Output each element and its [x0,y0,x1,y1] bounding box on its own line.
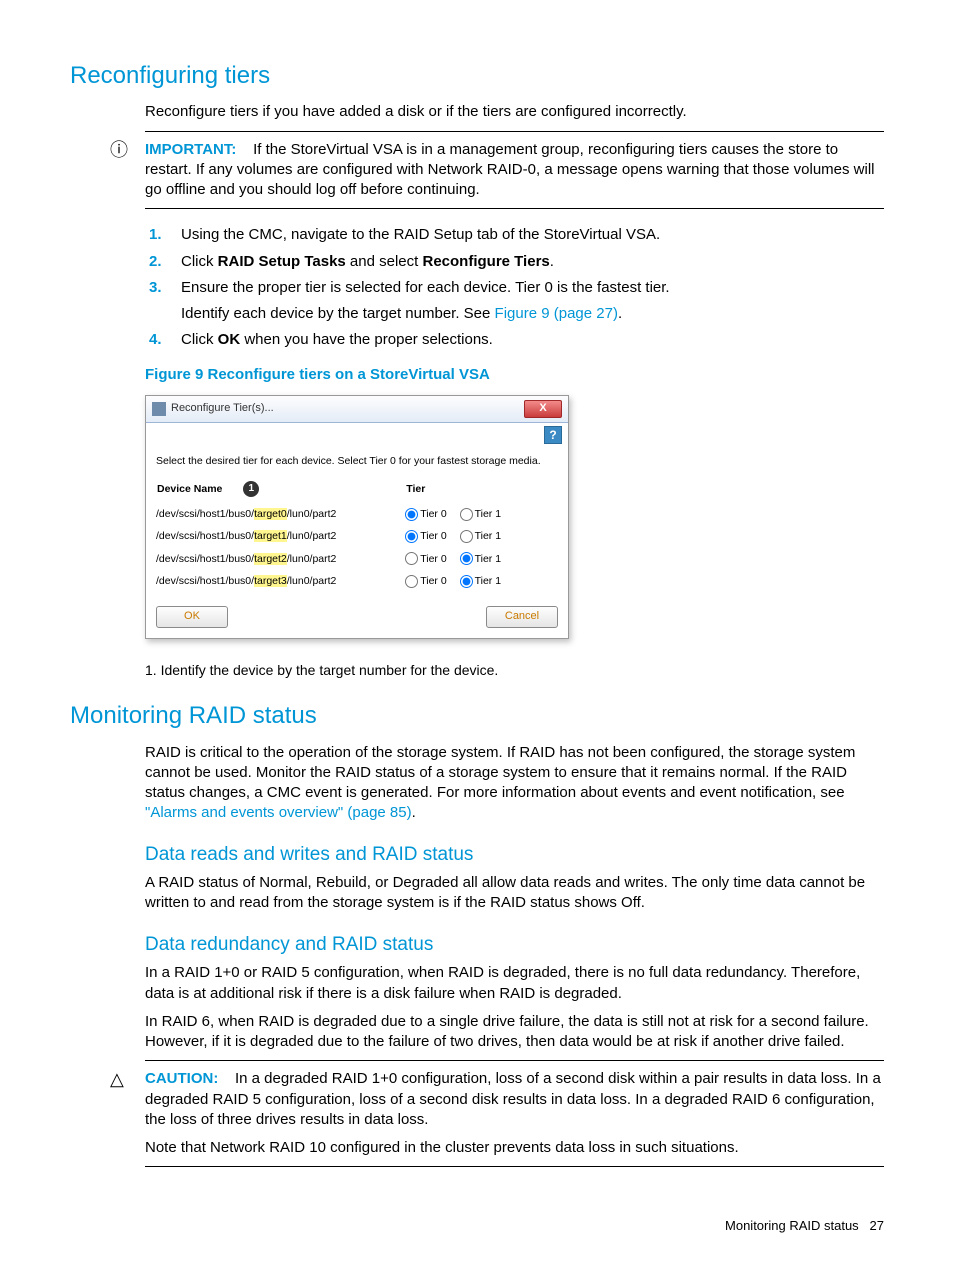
step-3b: Identify each device by the target numbe… [181,305,495,322]
step-1: Using the CMC, navigate to the RAID Setu… [175,225,884,245]
tier0-label: Tier 0 [420,553,446,565]
alarms-events-link[interactable]: "Alarms and events overview" (page 85) [145,804,412,821]
dialog-close-button[interactable]: X [524,400,562,418]
device-path-pre: /dev/scsi/host1/bus0/ [156,553,254,565]
device-path-pre: /dev/scsi/host1/bus0/ [156,575,254,587]
step-3: Ensure the proper tier is selected for e… [175,278,884,325]
paragraph-data-redundancy-2: In RAID 6, when RAID is degraded due to … [145,1012,884,1053]
device-path-post: /lun0/part2 [287,530,337,542]
step-4a: Click [181,331,218,348]
tier0-radio[interactable] [405,575,418,588]
ok-button[interactable]: OK [156,606,228,628]
tier0-radio[interactable] [405,530,418,543]
step-4: Click OK when you have the proper select… [175,330,884,350]
device-target-highlight: target0 [254,508,287,520]
dialog-title: Reconfigure Tier(s)... [152,401,274,416]
paragraph-data-reads-writes: A RAID status of Normal, Rebuild, or Deg… [145,873,884,914]
table-row: /dev/scsi/host1/bus0/target2/lun0/part2 … [156,548,558,570]
figure-9-link[interactable]: Figure 9 (page 27) [495,305,618,322]
device-path-pre: /dev/scsi/host1/bus0/ [156,508,254,520]
step-2-text2: and select [346,253,423,270]
monitoring-text-end: . [412,804,416,821]
paragraph-reconf-intro: Reconfigure tiers if you have added a di… [145,102,884,122]
tier0-radio[interactable] [405,552,418,565]
device-path-post: /lun0/part2 [287,508,337,520]
table-row: /dev/scsi/host1/bus0/target3/lun0/part2 … [156,570,558,592]
tier1-radio[interactable] [460,552,473,565]
paragraph-data-redundancy-1: In a RAID 1+0 or RAID 5 configuration, w… [145,963,884,1004]
heading-monitoring-raid: Monitoring RAID status [70,700,884,732]
caution-label: CAUTION: [145,1070,218,1087]
tier0-radio[interactable] [405,508,418,521]
paragraph-monitoring: RAID is critical to the operation of the… [145,743,884,824]
step-3c: . [618,305,622,322]
step-2: Click RAID Setup Tasks and select Reconf… [175,252,884,272]
important-text: If the StoreVirtual VSA is in a manageme… [145,141,875,199]
important-label: IMPORTANT: [145,141,236,158]
caution-icon: △ [110,1067,124,1091]
step-2-text3: . [550,253,554,270]
dialog-help-button[interactable]: ? [544,426,562,444]
footer-section: Monitoring RAID status [725,1218,859,1233]
heading-reconfiguring-tiers: Reconfiguring tiers [70,60,884,92]
table-row: /dev/scsi/host1/bus0/target1/lun0/part2 … [156,525,558,547]
step-4c: when you have the proper selections. [240,331,493,348]
important-icon: ⓘ [110,138,128,162]
device-path-post: /lun0/part2 [287,553,337,565]
device-target-highlight: target1 [254,530,287,542]
tier1-radio[interactable] [460,508,473,521]
figure-footnote: 1. Identify the device by the target num… [145,661,884,680]
caution-text: In a degraded RAID 1+0 configuration, lo… [145,1070,881,1128]
dialog-device-table: Device Name 1 Tier /dev/scsi/host1/bus0/… [156,480,558,592]
col-device-name: Device Name [157,483,222,495]
heading-data-reads-writes: Data reads and writes and RAID status [145,842,884,868]
col-tier: Tier [405,480,558,503]
device-path-pre: /dev/scsi/host1/bus0/ [156,530,254,542]
step-3a: Ensure the proper tier is selected for e… [181,279,670,296]
caution-note: Note that Network RAID 10 configured in … [145,1138,884,1158]
tier1-label: Tier 1 [475,508,501,520]
caution-callout: △ CAUTION: In a degraded RAID 1+0 config… [145,1060,884,1167]
device-target-highlight: target3 [254,575,287,587]
dialog-title-text: Reconfigure Tier(s)... [171,401,274,416]
cancel-button[interactable]: Cancel [486,606,558,628]
important-callout: ⓘ IMPORTANT: If the StoreVirtual VSA is … [145,131,884,210]
step-2-bold1: RAID Setup Tasks [218,253,346,270]
step-2-bold2: Reconfigure Tiers [422,253,549,270]
tier1-radio[interactable] [460,575,473,588]
heading-data-redundancy: Data redundancy and RAID status [145,932,884,958]
footer-page-number: 27 [870,1218,884,1233]
page-footer: Monitoring RAID status 27 [70,1217,884,1235]
device-target-highlight: target2 [254,553,287,565]
step-2-text: Click [181,253,218,270]
tier1-label: Tier 1 [475,530,501,542]
dialog-title-icon [152,402,166,416]
reconfigure-tiers-dialog: Reconfigure Tier(s)... X ? Select the de… [145,395,569,639]
tier0-label: Tier 0 [420,575,446,587]
callout-badge-1: 1 [243,481,259,497]
figure-9-caption: Figure 9 Reconfigure tiers on a StoreVir… [145,365,884,385]
dialog-titlebar: Reconfigure Tier(s)... X [146,396,568,423]
tier1-label: Tier 1 [475,553,501,565]
tier0-label: Tier 0 [420,530,446,542]
table-row: /dev/scsi/host1/bus0/target0/lun0/part2 … [156,503,558,525]
tier0-label: Tier 0 [420,508,446,520]
device-path-post: /lun0/part2 [287,575,337,587]
tier1-label: Tier 1 [475,575,501,587]
monitoring-text: RAID is critical to the operation of the… [145,744,855,802]
step-4-bold: OK [218,331,241,348]
dialog-instruction: Select the desired tier for each device.… [156,454,558,468]
tier1-radio[interactable] [460,530,473,543]
steps-list: Using the CMC, navigate to the RAID Setu… [145,225,884,350]
